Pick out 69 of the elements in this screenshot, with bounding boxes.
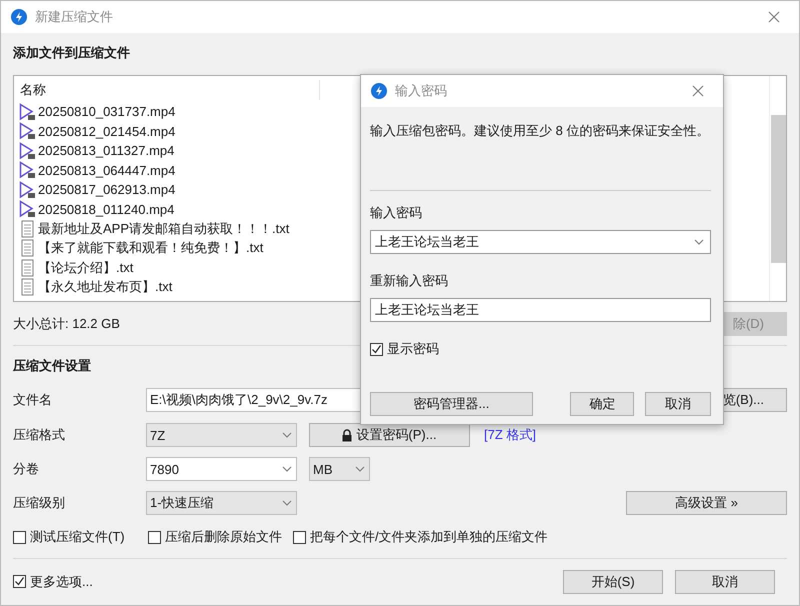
window-title: 新建压缩文件 (35, 8, 113, 26)
chevron-down-icon (355, 466, 365, 472)
split-size-combo[interactable]: 7890 (146, 457, 297, 481)
file-name[interactable]: 【来了就能下载和观看！纯免费！】.txt (38, 239, 264, 258)
text-file-icon (19, 258, 36, 277)
close-icon (768, 11, 780, 23)
dialog-description: 输入压缩包密码。建议使用至少 8 位的密码来保证安全性。 (370, 122, 710, 140)
password-combo[interactable]: 上老王论坛当老王 (370, 230, 711, 254)
video-file-icon (19, 102, 36, 121)
total-size: 大小总计: 12.2 GB (13, 314, 120, 332)
start-button[interactable]: 开始(S) (563, 570, 663, 594)
checkbox-label: 压缩后删除原始文件 (165, 528, 282, 546)
checkbox[interactable] (13, 530, 26, 544)
field-label: 压缩级别 (13, 494, 66, 512)
checkbox[interactable] (148, 530, 161, 544)
chevron-down-icon (282, 500, 292, 506)
checkbox-label: 显示密码 (387, 340, 439, 358)
file-name[interactable]: 20250812_021454.mp4 (38, 124, 176, 139)
file-name[interactable]: 20250818_011240.mp4 (38, 202, 174, 217)
ok-button[interactable]: 确定 (570, 392, 634, 416)
file-name[interactable]: 20250813_011327.mp4 (38, 143, 174, 158)
confirm-password-field[interactable]: 上老王论坛当老王 (370, 298, 711, 322)
file-name[interactable]: 【论坛介绍】.txt (38, 258, 134, 277)
close-icon (692, 85, 704, 97)
field-label: 重新输入密码 (370, 272, 449, 290)
video-file-icon (19, 142, 36, 160)
file-name[interactable]: 20250810_031737.mp4 (38, 104, 176, 120)
format-link[interactable]: [7Z 格式] (484, 426, 536, 444)
level-select[interactable]: 1-快速压缩 (146, 491, 297, 515)
video-file-icon (19, 122, 36, 140)
unit-select[interactable]: MB (309, 457, 370, 481)
chevron-down-icon (282, 432, 292, 438)
file-name[interactable]: 20250813_064447.mp4 (38, 162, 176, 178)
checkbox[interactable] (370, 342, 383, 356)
file-name[interactable]: 最新地址及APP请发邮箱自动获取！！！.txt (38, 220, 290, 238)
field-label: 分卷 (13, 460, 40, 478)
column-header[interactable]: 名称 (14, 80, 320, 100)
file-name[interactable]: 20250817_062913.mp4 (38, 182, 176, 198)
checkbox[interactable] (13, 575, 26, 588)
field-label: 文件名 (13, 391, 53, 409)
file-name[interactable]: 【永久地址发布页】.txt (38, 278, 172, 296)
set-password-button[interactable]: 设置密码(P)... (309, 423, 470, 447)
video-file-icon (19, 161, 36, 180)
format-select[interactable]: 7Z (146, 423, 297, 447)
checkbox-label: 把每个文件/文件夹添加到单独的压缩文件 (310, 528, 548, 546)
field-label: 压缩格式 (13, 426, 66, 444)
scrollbar[interactable] (769, 76, 786, 301)
field-label: 输入密码 (370, 204, 423, 222)
text-file-icon (19, 278, 36, 296)
video-file-icon (19, 180, 36, 199)
chevron-down-icon (282, 466, 292, 472)
checkbox-label: 更多选项... (30, 572, 93, 590)
cancel-button[interactable]: 取消 (675, 570, 775, 594)
section-heading: 添加文件到压缩文件 (13, 44, 130, 62)
chevron-down-icon (694, 239, 704, 245)
app-logo-icon (371, 83, 387, 99)
password-manager-button[interactable]: 密码管理器... (370, 392, 533, 416)
text-file-icon (19, 239, 36, 258)
video-file-icon (19, 200, 36, 218)
app-logo-icon (11, 9, 27, 25)
lock-icon (342, 428, 352, 442)
scrollbar-thumb[interactable] (770, 115, 786, 263)
advanced-settings-button[interactable]: 高级设置 » (626, 491, 787, 515)
dialog-title: 输入密码 (395, 82, 447, 100)
cancel-button[interactable]: 取消 (645, 392, 712, 416)
text-file-icon (19, 220, 36, 238)
checkbox[interactable] (293, 530, 306, 544)
section-heading: 压缩文件设置 (13, 357, 91, 375)
checkbox-label: 测试压缩文件(T) (30, 528, 125, 546)
